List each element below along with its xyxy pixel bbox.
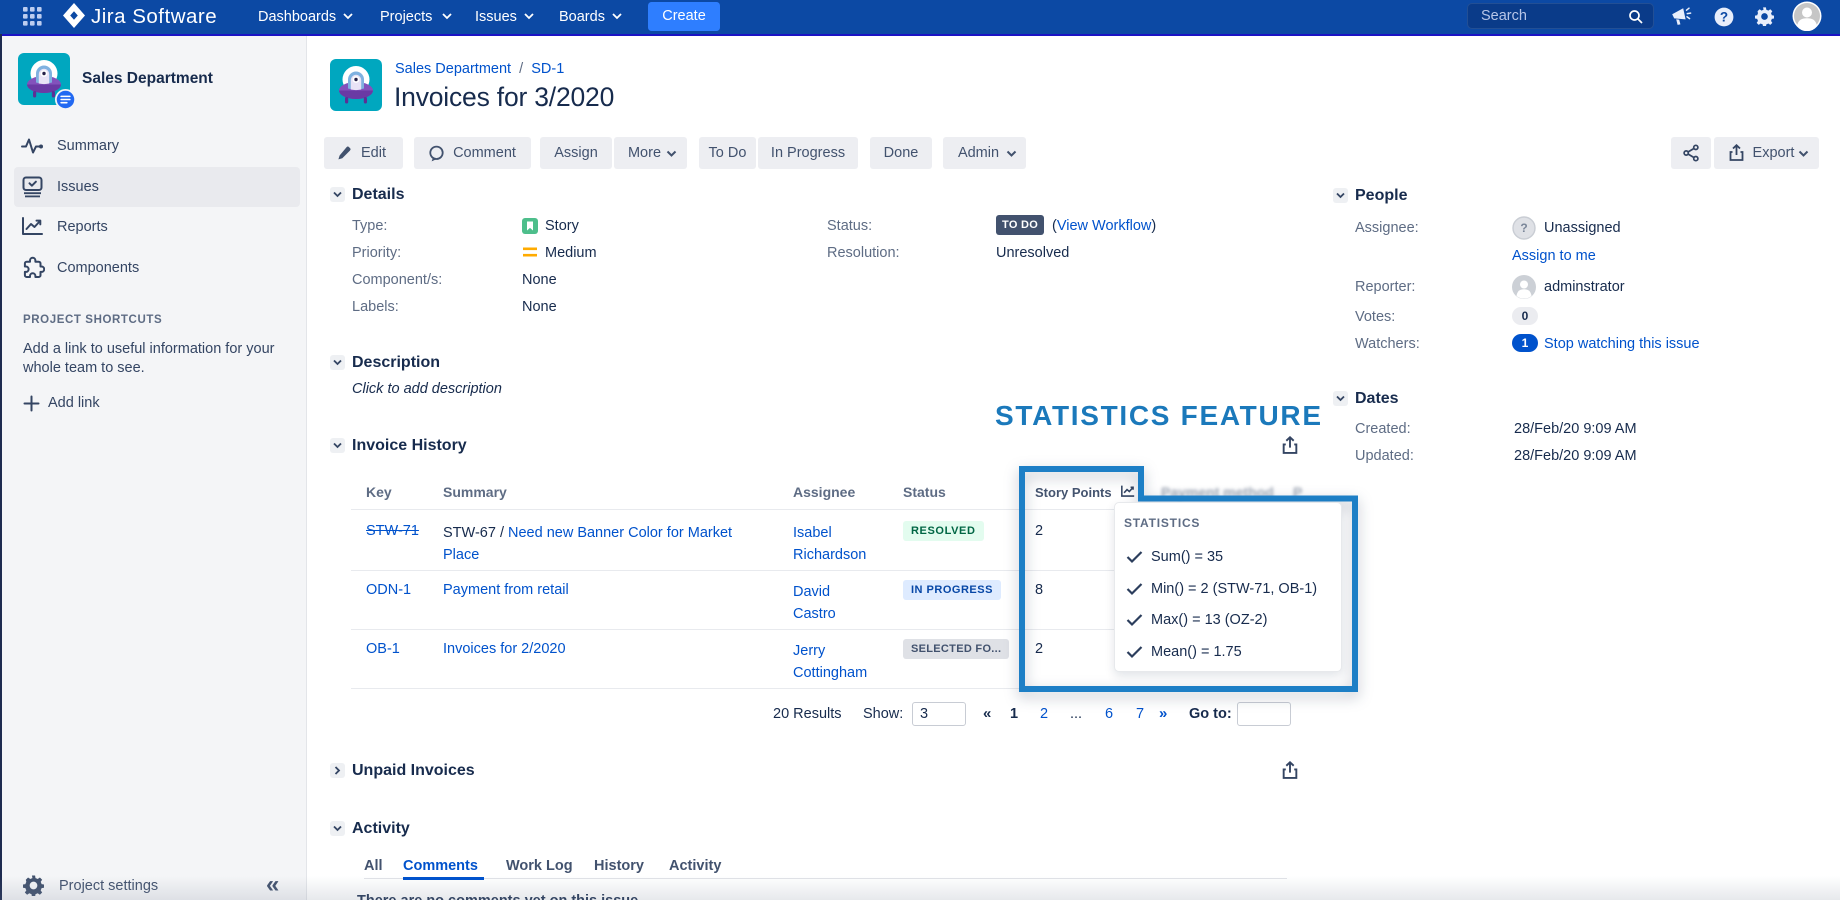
svg-text:?: ? [1520,221,1527,235]
svg-text:?: ? [1720,10,1728,25]
